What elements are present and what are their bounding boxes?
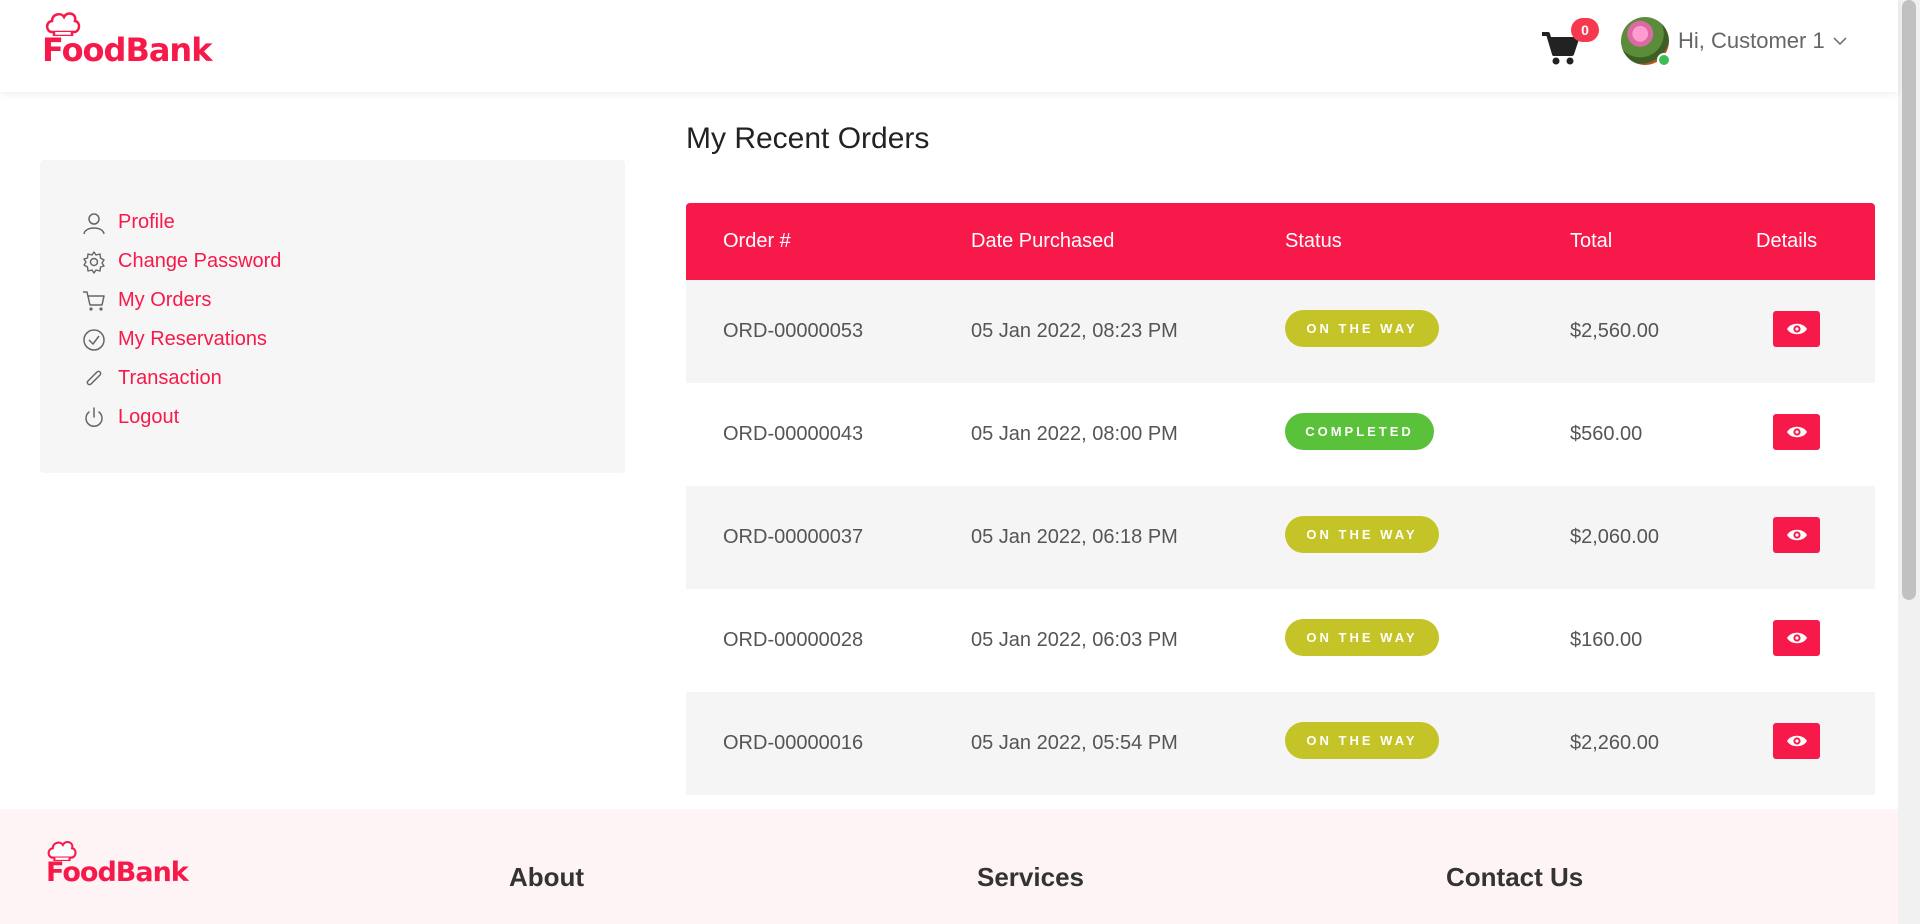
chef-hat-icon — [47, 840, 77, 861]
status-badge: ON THE WAY — [1285, 619, 1439, 656]
footer-heading-services: Services — [977, 862, 1084, 892]
user-greeting: Hi, Customer 1 — [1678, 28, 1825, 53]
paperclip-icon — [82, 367, 106, 391]
online-status-dot — [1657, 53, 1671, 67]
user-icon — [82, 211, 106, 235]
sidebar-item-my-reservations[interactable]: My Reservations — [40, 320, 625, 359]
order-number: ORD-00000043 — [723, 423, 864, 445]
logo-text: FoodBank — [42, 31, 212, 69]
sidebar-item-label: My Reservations — [118, 328, 267, 350]
order-date: 05 Jan 2022, 06:03 PM — [971, 629, 1178, 651]
order-number: ORD-00000037 — [723, 526, 864, 548]
vertical-scrollbar[interactable] — [1898, 0, 1920, 924]
power-icon — [82, 406, 106, 430]
table-row: ORD-00000016 05 Jan 2022, 05:54 PM ON TH… — [686, 692, 1875, 795]
order-date: 05 Jan 2022, 06:18 PM — [971, 526, 1178, 548]
footer-logo-text: FoodBank — [46, 857, 189, 888]
status-badge: ON THE WAY — [1285, 516, 1439, 553]
chevron-down-icon — [1833, 37, 1847, 46]
check-circle-icon — [82, 328, 106, 352]
scrollbar-thumb[interactable] — [1902, 0, 1916, 600]
footer-heading-about: About — [509, 862, 585, 892]
view-details-button[interactable] — [1773, 620, 1820, 656]
footer-heading-contact: Contact Us — [1446, 862, 1584, 892]
orders-table: Order # Date Purchased Status Total Deta… — [686, 203, 1875, 795]
sidebar-item-label: Change Password — [118, 250, 282, 272]
order-total: $160.00 — [1570, 629, 1643, 651]
sidebar-item-label: Profile — [118, 211, 175, 233]
order-total: $2,260.00 — [1570, 732, 1659, 754]
footer-logo[interactable]: FoodBank — [46, 839, 189, 888]
site-footer: FoodBank About Services Contact Us — [0, 809, 1898, 924]
eye-icon — [1786, 426, 1807, 438]
sidebar-item-logout[interactable]: Logout — [40, 398, 625, 437]
cart-count-badge: 0 — [1571, 18, 1599, 42]
order-number: ORD-00000053 — [723, 320, 864, 342]
sidebar-item-transaction[interactable]: Transaction — [40, 359, 625, 398]
status-badge: ON THE WAY — [1285, 310, 1439, 347]
view-details-button[interactable] — [1773, 517, 1820, 553]
sidebar-item-profile[interactable]: Profile — [40, 203, 625, 242]
chef-hat-icon — [45, 12, 81, 36]
account-sidebar: Profile Change Password My Orders My Res… — [40, 160, 625, 473]
column-header-status: Status — [1285, 230, 1342, 252]
eye-icon — [1786, 323, 1807, 335]
column-header-order: Order # — [723, 230, 791, 252]
sidebar-item-label: Logout — [118, 406, 180, 428]
top-navbar: FoodBank 0 Hi, Customer 1 — [0, 0, 1898, 92]
eye-icon — [1786, 632, 1807, 644]
table-row: ORD-00000028 05 Jan 2022, 06:03 PM ON TH… — [686, 589, 1875, 692]
view-details-button[interactable] — [1773, 723, 1820, 759]
order-date: 05 Jan 2022, 08:23 PM — [971, 320, 1178, 342]
view-details-button[interactable] — [1773, 414, 1820, 450]
cart-icon — [82, 289, 106, 313]
column-header-date: Date Purchased — [971, 230, 1115, 252]
sidebar-item-change-password[interactable]: Change Password — [40, 242, 625, 281]
table-row: ORD-00000037 05 Jan 2022, 06:18 PM ON TH… — [686, 486, 1875, 589]
order-date: 05 Jan 2022, 08:00 PM — [971, 423, 1178, 445]
view-details-button[interactable] — [1773, 311, 1820, 347]
order-total: $2,060.00 — [1570, 526, 1659, 548]
table-row: ORD-00000043 05 Jan 2022, 08:00 PM COMPL… — [686, 383, 1875, 486]
table-row: ORD-00000053 05 Jan 2022, 08:23 PM ON TH… — [686, 280, 1875, 383]
sidebar-item-label: Transaction — [118, 367, 222, 389]
eye-icon — [1786, 735, 1807, 747]
order-number: ORD-00000016 — [723, 732, 864, 754]
status-badge: ON THE WAY — [1285, 722, 1439, 759]
order-date: 05 Jan 2022, 05:54 PM — [971, 732, 1178, 754]
order-number: ORD-00000028 — [723, 629, 864, 651]
eye-icon — [1786, 529, 1807, 541]
column-header-total: Total — [1570, 230, 1613, 252]
foodbank-logo[interactable]: FoodBank — [42, 10, 212, 69]
sidebar-item-my-orders[interactable]: My Orders — [40, 281, 625, 320]
order-total: $2,560.00 — [1570, 320, 1659, 342]
table-header: Order # Date Purchased Status Total Deta… — [686, 203, 1875, 280]
user-menu[interactable]: Hi, Customer 1 — [1678, 28, 1847, 54]
column-header-details: Details — [1756, 230, 1818, 252]
gear-icon — [82, 250, 106, 274]
order-total: $560.00 — [1570, 423, 1643, 445]
sidebar-item-label: My Orders — [118, 289, 212, 311]
status-badge: COMPLETED — [1285, 413, 1434, 450]
page-title: My Recent Orders — [686, 122, 930, 155]
